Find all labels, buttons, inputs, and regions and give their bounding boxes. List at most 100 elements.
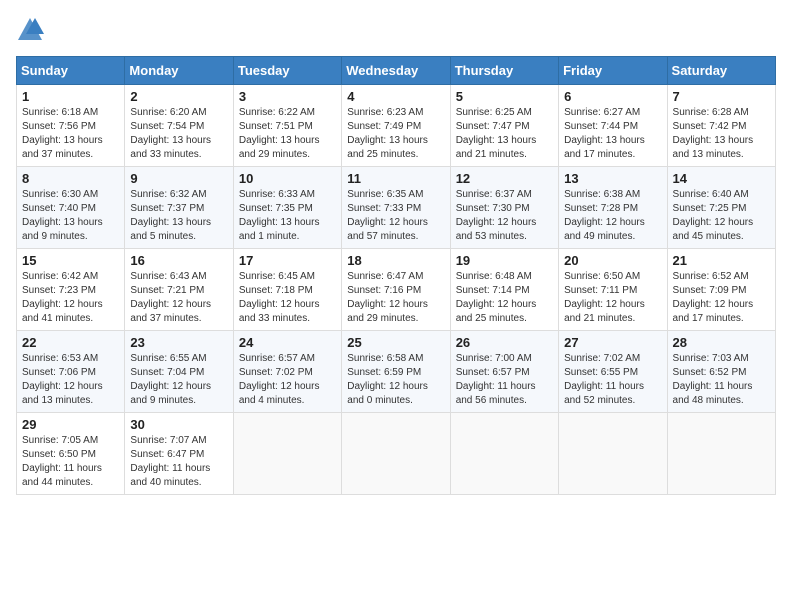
page-header	[16, 16, 776, 44]
day-number: 21	[673, 253, 770, 268]
day-number: 15	[22, 253, 119, 268]
day-cell	[233, 413, 341, 495]
day-info: Sunrise: 6:53 AM Sunset: 7:06 PM Dayligh…	[22, 352, 119, 408]
day-cell: 19 Sunrise: 6:48 AM Sunset: 7:14 PM Dayli…	[450, 249, 558, 331]
day-cell: 5 Sunrise: 6:25 AM Sunset: 7:47 PM Daylig…	[450, 85, 558, 167]
day-info: Sunrise: 6:20 AM Sunset: 7:54 PM Dayligh…	[130, 106, 227, 162]
day-number: 20	[564, 253, 661, 268]
weekday-wednesday: Wednesday	[342, 57, 450, 85]
day-cell: 11 Sunrise: 6:35 AM Sunset: 7:33 PM Dayli…	[342, 167, 450, 249]
day-number: 3	[239, 89, 336, 104]
day-info: Sunrise: 6:27 AM Sunset: 7:44 PM Dayligh…	[564, 106, 661, 162]
day-cell: 17Sunrise: 6:45 AM Sunset: 7:18 PM Dayli…	[233, 249, 341, 331]
week-row-4: 22 Sunrise: 6:53 AM Sunset: 7:06 PM Dayli…	[17, 331, 776, 413]
day-cell: 23 Sunrise: 6:55 AM Sunset: 7:04 PM Dayli…	[125, 331, 233, 413]
day-number: 24	[239, 335, 336, 350]
day-info: Sunrise: 6:37 AM Sunset: 7:30 PM Dayligh…	[456, 188, 553, 244]
day-number: 1	[22, 89, 119, 104]
day-info: Sunrise: 7:00 AM Sunset: 6:57 PM Dayligh…	[456, 352, 553, 408]
day-cell: 30Sunrise: 7:07 AM Sunset: 6:47 PM Dayli…	[125, 413, 233, 495]
day-info: Sunrise: 6:32 AM Sunset: 7:37 PM Dayligh…	[130, 188, 227, 244]
day-number: 12	[456, 171, 553, 186]
day-cell: 27 Sunrise: 7:02 AM Sunset: 6:55 PM Dayli…	[559, 331, 667, 413]
day-info: Sunrise: 6:25 AM Sunset: 7:47 PM Dayligh…	[456, 106, 553, 162]
day-number: 7	[673, 89, 770, 104]
day-info: Sunrise: 7:02 AM Sunset: 6:55 PM Dayligh…	[564, 352, 661, 408]
day-info: Sunrise: 6:43 AM Sunset: 7:21 PM Dayligh…	[130, 270, 227, 326]
day-cell: 21 Sunrise: 6:52 AM Sunset: 7:09 PM Dayli…	[667, 249, 775, 331]
day-number: 28	[673, 335, 770, 350]
day-number: 6	[564, 89, 661, 104]
logo-icon	[16, 16, 44, 44]
day-info: Sunrise: 6:48 AM Sunset: 7:14 PM Dayligh…	[456, 270, 553, 326]
day-number: 18	[347, 253, 444, 268]
day-number: 2	[130, 89, 227, 104]
day-cell: 22 Sunrise: 6:53 AM Sunset: 7:06 PM Dayli…	[17, 331, 125, 413]
weekday-friday: Friday	[559, 57, 667, 85]
day-info: Sunrise: 6:42 AM Sunset: 7:23 PM Dayligh…	[22, 270, 119, 326]
day-cell: 10 Sunrise: 6:33 AM Sunset: 7:35 PM Dayli…	[233, 167, 341, 249]
day-cell: 6 Sunrise: 6:27 AM Sunset: 7:44 PM Daylig…	[559, 85, 667, 167]
day-number: 25	[347, 335, 444, 350]
day-number: 26	[456, 335, 553, 350]
day-info: Sunrise: 6:55 AM Sunset: 7:04 PM Dayligh…	[130, 352, 227, 408]
day-info: Sunrise: 6:50 AM Sunset: 7:11 PM Dayligh…	[564, 270, 661, 326]
day-cell: 16 Sunrise: 6:43 AM Sunset: 7:21 PM Dayli…	[125, 249, 233, 331]
week-row-1: 1 Sunrise: 6:18 AM Sunset: 7:56 PM Daylig…	[17, 85, 776, 167]
weekday-sunday: Sunday	[17, 57, 125, 85]
day-info: Sunrise: 6:35 AM Sunset: 7:33 PM Dayligh…	[347, 188, 444, 244]
day-cell: 25 Sunrise: 6:58 AM Sunset: 6:59 PM Dayli…	[342, 331, 450, 413]
day-cell: 4 Sunrise: 6:23 AM Sunset: 7:49 PM Daylig…	[342, 85, 450, 167]
day-number: 22	[22, 335, 119, 350]
day-cell	[450, 413, 558, 495]
day-info: Sunrise: 6:33 AM Sunset: 7:35 PM Dayligh…	[239, 188, 336, 244]
weekday-tuesday: Tuesday	[233, 57, 341, 85]
day-cell: 26 Sunrise: 7:00 AM Sunset: 6:57 PM Dayli…	[450, 331, 558, 413]
logo	[16, 16, 46, 44]
day-number: 14	[673, 171, 770, 186]
day-info: Sunrise: 6:40 AM Sunset: 7:25 PM Dayligh…	[673, 188, 770, 244]
day-cell: 18 Sunrise: 6:47 AM Sunset: 7:16 PM Dayli…	[342, 249, 450, 331]
weekday-thursday: Thursday	[450, 57, 558, 85]
day-cell: 3Sunrise: 6:22 AM Sunset: 7:51 PM Daylig…	[233, 85, 341, 167]
day-number: 16	[130, 253, 227, 268]
day-cell: 15 Sunrise: 6:42 AM Sunset: 7:23 PM Dayli…	[17, 249, 125, 331]
day-number: 29	[22, 417, 119, 432]
day-number: 11	[347, 171, 444, 186]
day-cell: 2 Sunrise: 6:20 AM Sunset: 7:54 PM Daylig…	[125, 85, 233, 167]
day-number: 19	[456, 253, 553, 268]
day-cell: 1 Sunrise: 6:18 AM Sunset: 7:56 PM Daylig…	[17, 85, 125, 167]
day-number: 9	[130, 171, 227, 186]
weekday-monday: Monday	[125, 57, 233, 85]
day-info: Sunrise: 6:57 AM Sunset: 7:02 PM Dayligh…	[239, 352, 336, 408]
day-cell: 8Sunrise: 6:30 AM Sunset: 7:40 PM Daylig…	[17, 167, 125, 249]
day-cell: 28Sunrise: 7:03 AM Sunset: 6:52 PM Dayli…	[667, 331, 775, 413]
day-info: Sunrise: 6:18 AM Sunset: 7:56 PM Dayligh…	[22, 106, 119, 162]
day-info: Sunrise: 6:38 AM Sunset: 7:28 PM Dayligh…	[564, 188, 661, 244]
weekday-header-row: SundayMondayTuesdayWednesdayThursdayFrid…	[17, 57, 776, 85]
day-info: Sunrise: 6:47 AM Sunset: 7:16 PM Dayligh…	[347, 270, 444, 326]
calendar-body: 1 Sunrise: 6:18 AM Sunset: 7:56 PM Daylig…	[17, 85, 776, 495]
day-number: 27	[564, 335, 661, 350]
day-number: 23	[130, 335, 227, 350]
day-cell: 12 Sunrise: 6:37 AM Sunset: 7:30 PM Dayli…	[450, 167, 558, 249]
day-number: 10	[239, 171, 336, 186]
day-cell: 9 Sunrise: 6:32 AM Sunset: 7:37 PM Daylig…	[125, 167, 233, 249]
day-cell: 20 Sunrise: 6:50 AM Sunset: 7:11 PM Dayli…	[559, 249, 667, 331]
day-info: Sunrise: 6:23 AM Sunset: 7:49 PM Dayligh…	[347, 106, 444, 162]
day-number: 4	[347, 89, 444, 104]
day-cell	[667, 413, 775, 495]
day-number: 30	[130, 417, 227, 432]
day-cell: 14 Sunrise: 6:40 AM Sunset: 7:25 PM Dayli…	[667, 167, 775, 249]
day-number: 5	[456, 89, 553, 104]
day-info: Sunrise: 7:05 AM Sunset: 6:50 PM Dayligh…	[22, 434, 119, 490]
week-row-5: 29 Sunrise: 7:05 AM Sunset: 6:50 PM Dayli…	[17, 413, 776, 495]
day-info: Sunrise: 6:28 AM Sunset: 7:42 PM Dayligh…	[673, 106, 770, 162]
day-info: Sunrise: 6:58 AM Sunset: 6:59 PM Dayligh…	[347, 352, 444, 408]
day-cell	[559, 413, 667, 495]
day-info: Sunrise: 6:52 AM Sunset: 7:09 PM Dayligh…	[673, 270, 770, 326]
day-cell	[342, 413, 450, 495]
day-cell: 7 Sunrise: 6:28 AM Sunset: 7:42 PM Daylig…	[667, 85, 775, 167]
weekday-saturday: Saturday	[667, 57, 775, 85]
day-info: Sunrise: 6:45 AM Sunset: 7:18 PM Dayligh…	[239, 270, 336, 326]
